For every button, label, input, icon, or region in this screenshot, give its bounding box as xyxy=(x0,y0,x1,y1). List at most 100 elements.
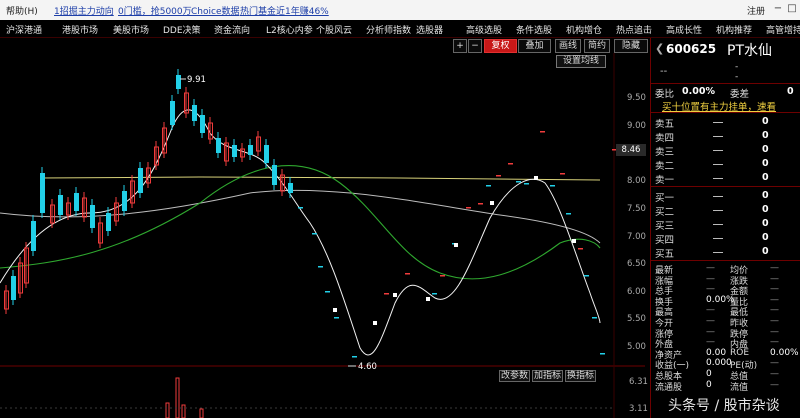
candle-body xyxy=(176,75,181,89)
price-tick-mark xyxy=(466,207,471,209)
y-axis-label: 8.00 xyxy=(627,176,646,186)
help-menu[interactable]: 帮助(H) xyxy=(6,4,38,17)
buy-1-price xyxy=(713,196,723,197)
register-link[interactable]: 注册 xyxy=(747,4,765,17)
price-tick-mark xyxy=(334,317,339,319)
price-tick-mark xyxy=(405,273,410,275)
stat-value: 0.00% xyxy=(770,347,799,358)
zoom-out-button[interactable]: − xyxy=(468,39,482,53)
menu-item-institution-add[interactable]: 机构增仓 xyxy=(566,23,602,36)
volume-bar xyxy=(165,402,170,418)
sell-3-label: 卖三 xyxy=(655,147,675,158)
stat-value: — xyxy=(770,358,779,369)
price-tick-mark xyxy=(524,183,529,185)
candle-body xyxy=(106,213,111,231)
candle-body xyxy=(248,145,253,155)
sell-1-label: 卖一 xyxy=(655,175,675,186)
high-price-label: 9.91 xyxy=(187,75,206,85)
stat-value: — xyxy=(770,326,779,337)
menu-item-us-market[interactable]: 美股市场 xyxy=(113,23,149,36)
draw-line-button[interactable]: 画线 xyxy=(555,39,581,53)
price-tick-mark xyxy=(312,233,317,235)
weicha-value: 0 xyxy=(787,86,794,97)
menu-item-condition-picker[interactable]: 条件选股 xyxy=(516,23,552,36)
price-tick-mark xyxy=(352,356,357,358)
menu-item-stock-picker[interactable]: 选股器 xyxy=(416,23,443,36)
buy-4-price xyxy=(713,238,723,239)
promo-link-fund[interactable]: 热门基金近1年赚46% xyxy=(240,4,329,17)
sell-5-label: 卖五 xyxy=(655,119,675,130)
small-candle xyxy=(572,239,576,243)
stat-value: — xyxy=(706,337,715,348)
menu-item-advanced-picker[interactable]: 高级选股 xyxy=(466,23,502,36)
chevron-left-icon[interactable]: ❮ xyxy=(655,42,664,55)
adjust-price-button[interactable]: 复权 xyxy=(484,39,517,53)
buy-2-price xyxy=(713,210,723,211)
add-indicator-button[interactable]: 加指标 xyxy=(532,370,563,382)
change-params-button[interactable]: 改参数 xyxy=(499,370,530,382)
buy-2-label: 买二 xyxy=(655,207,675,218)
menu-item-hot-tracking[interactable]: 热点追击 xyxy=(616,23,652,36)
stat-value: — xyxy=(770,379,779,390)
stat-value: — xyxy=(706,273,715,284)
watermark: 头条号 / 股市杂谈 xyxy=(668,398,780,414)
menu-item-hk-market[interactable]: 港股市场 xyxy=(62,23,98,36)
sell-2-label: 卖二 xyxy=(655,161,675,172)
menu-item-l2-insight[interactable]: L2核心内参 xyxy=(266,23,313,36)
price-tick-mark xyxy=(550,185,555,187)
candle-body xyxy=(272,165,277,185)
price-tick-mark xyxy=(508,163,513,165)
buy-2-volume: 0 xyxy=(762,204,769,215)
menu-item-analyst-index[interactable]: 分析师指数 xyxy=(366,23,411,36)
candle-body xyxy=(122,191,127,211)
sub-y-axis-label: 3.11 xyxy=(629,404,648,414)
price-chart[interactable]: 9.91 4.60 xyxy=(0,53,645,418)
price-tick-mark xyxy=(600,353,605,355)
menu-item-institution-recommend[interactable]: 机构推荐 xyxy=(716,23,752,36)
candlestick-chart: 9.91 4.60 xyxy=(0,53,645,418)
candle-body xyxy=(232,145,237,157)
stat-value: — xyxy=(770,316,779,326)
buy-3-volume: 0 xyxy=(762,218,769,229)
stat-label: 流值 xyxy=(730,382,749,393)
menu-item-capital-flow[interactable]: 资金流向 xyxy=(214,23,250,36)
small-candle xyxy=(454,243,458,247)
ma-yellow-line xyxy=(39,176,601,181)
menu-item-hk-connect[interactable]: 沪深港通 xyxy=(6,23,42,36)
main-force-banner[interactable]: 买十位置有主力挂单，速看 xyxy=(662,99,776,113)
y-axis-label: 5.00 xyxy=(627,342,646,352)
promo-link-main-force[interactable]: 1招掘主力动向 xyxy=(54,4,114,17)
menu-item-dde[interactable]: DDE决策 xyxy=(163,23,201,36)
simple-mode-button[interactable]: 简约 xyxy=(584,39,610,53)
divider xyxy=(651,83,800,84)
change-value: - xyxy=(735,62,739,72)
small-candle xyxy=(490,201,494,205)
buy-3-label: 买三 xyxy=(655,221,675,232)
zoom-in-button[interactable]: + xyxy=(453,39,467,53)
hide-button[interactable]: 隐藏 xyxy=(614,39,648,53)
switch-indicator-button[interactable]: 换指标 xyxy=(565,370,596,382)
stat-value: — xyxy=(706,284,715,295)
price-tick-mark xyxy=(478,203,483,205)
candle-body xyxy=(90,205,95,228)
overlay-button[interactable]: 叠加 xyxy=(518,39,551,53)
buy-4-label: 买四 xyxy=(655,235,675,246)
buy-1-label: 买一 xyxy=(655,193,675,204)
small-candle xyxy=(393,293,397,297)
minimize-icon[interactable]: − xyxy=(772,2,784,16)
menu-item-stock-news[interactable]: 个股风云 xyxy=(316,23,352,36)
promo-link-zero-threshold[interactable]: 0门槛，抢5000万 xyxy=(118,4,192,17)
buy-3-price xyxy=(713,224,723,225)
buy-5-price xyxy=(713,252,723,253)
stat-value: — xyxy=(770,294,779,305)
maximize-icon[interactable]: □ xyxy=(786,2,798,16)
menu-item-exec-increase[interactable]: 高管增持 xyxy=(766,23,800,36)
y-axis-label: 5.50 xyxy=(627,314,646,324)
menu-item-high-growth[interactable]: 高成长性 xyxy=(666,23,702,36)
stat-value: — xyxy=(770,284,779,295)
sell-4-label: 卖四 xyxy=(655,133,675,144)
promo-link-choice[interactable]: Choice数据 xyxy=(191,4,239,17)
sell-2-volume: 0 xyxy=(762,158,769,169)
volume-bar xyxy=(175,377,180,418)
divider xyxy=(651,112,800,113)
